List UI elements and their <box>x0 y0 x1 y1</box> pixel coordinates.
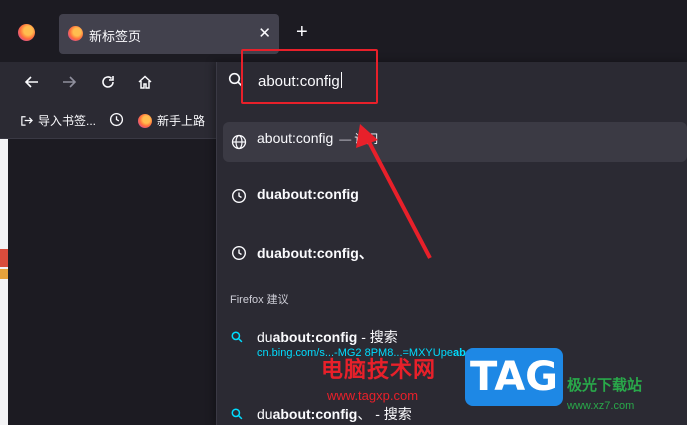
reload-button[interactable] <box>94 68 122 96</box>
forward-arrow-icon <box>63 76 77 88</box>
bookmark-import[interactable]: 导入书签... <box>20 112 96 129</box>
forward-button[interactable] <box>55 68 83 96</box>
section-heading: Firefox 建议 <box>230 294 289 306</box>
watermark-brand: 电脑技术网 <box>321 357 437 382</box>
suggestion-title: duabout:config - 搜索 <box>257 329 398 345</box>
history-label: duabout:config <box>257 186 359 202</box>
clock-icon <box>231 245 247 261</box>
search-suggestion[interactable]: duabout:config - 搜索 cn.bing.com/s...-MG2… <box>223 327 687 367</box>
bookmark-getting-started[interactable]: 新手上路 <box>138 112 205 129</box>
search-icon <box>231 331 243 343</box>
import-icon <box>21 116 33 126</box>
bookmark-import-label: 导入书签... <box>38 114 97 128</box>
bookmark-history[interactable] <box>109 112 124 127</box>
tab-new-tab[interactable]: 新标签页 ✕ <box>59 14 279 54</box>
watermark-logo: TAG <box>465 348 563 406</box>
home-icon <box>138 75 152 89</box>
suggestion-title: duabout:config、 - 搜索 <box>257 406 412 422</box>
history-label: duabout:config、 <box>257 245 373 261</box>
watermark-site: 极光下载站 <box>567 377 643 394</box>
firefox-icon <box>68 26 83 41</box>
search-icon <box>231 408 243 420</box>
visit-row[interactable]: about:config — 访问 <box>223 122 687 162</box>
firefox-view-button[interactable] <box>12 18 42 48</box>
back-arrow-icon <box>24 76 38 88</box>
bookmark-getting-started-label: 新手上路 <box>157 114 206 128</box>
close-icon[interactable]: ✕ <box>258 24 271 42</box>
page-content <box>0 139 8 425</box>
visit-label: about:config — 访问 <box>257 130 379 146</box>
tab-title: 新标签页 <box>89 29 142 44</box>
clock-icon <box>231 188 247 204</box>
history-row[interactable]: duabout:config <box>223 176 687 216</box>
reload-icon <box>102 76 114 88</box>
firefox-icon <box>138 113 152 128</box>
annotation-box <box>241 49 378 104</box>
back-button[interactable] <box>18 68 46 96</box>
globe-icon <box>231 134 247 150</box>
clock-icon <box>109 112 124 127</box>
watermark-url: www.tagxp.com <box>327 388 419 403</box>
new-tab-button[interactable]: + <box>296 22 308 42</box>
history-row[interactable]: duabout:config、 <box>223 233 687 273</box>
firefox-icon <box>18 24 35 41</box>
home-button[interactable] <box>131 68 159 96</box>
watermark-site-url: www.xz7.com <box>567 400 635 412</box>
